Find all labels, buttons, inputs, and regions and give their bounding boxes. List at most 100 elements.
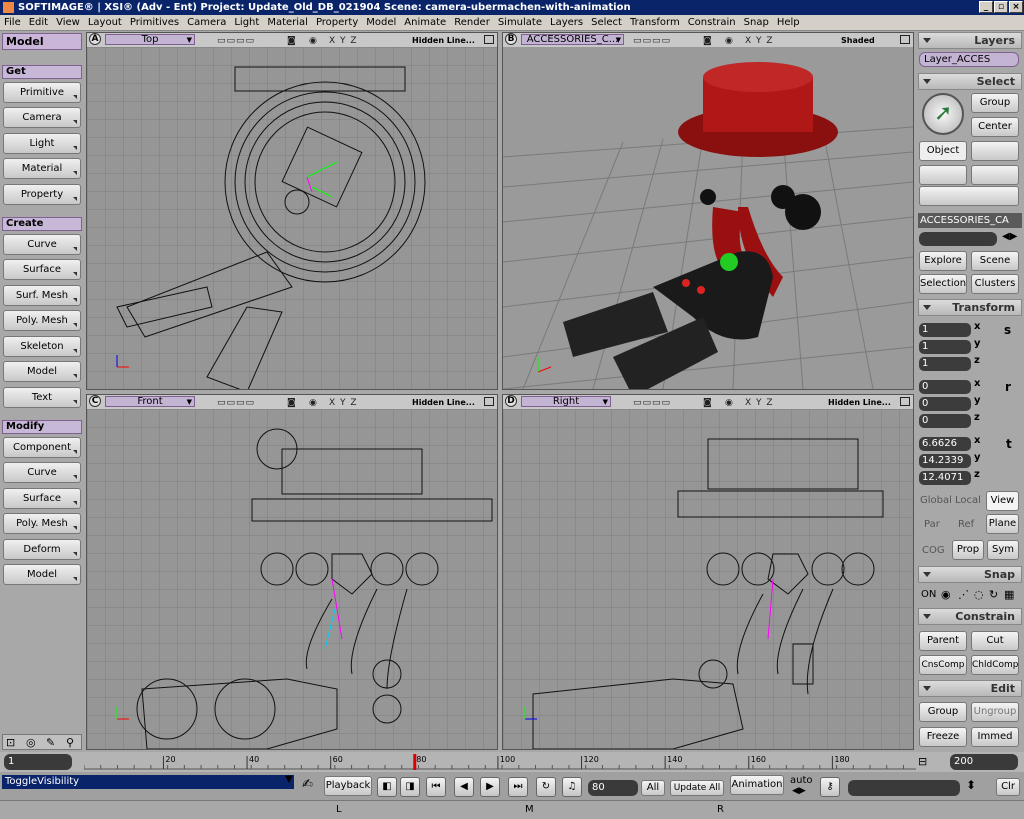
menu-light[interactable]: Light: [230, 17, 263, 28]
command-line[interactable]: ToggleVisibility: [2, 775, 294, 789]
figure-icon[interactable]: ⚲: [66, 736, 74, 749]
get-camera-button[interactable]: Camera: [3, 107, 81, 128]
module-title[interactable]: Model: [2, 33, 82, 50]
layers-header[interactable]: Layers: [918, 32, 1022, 49]
timeline-start-field[interactable]: 1: [4, 754, 72, 770]
clear-button[interactable]: Clr: [996, 778, 1020, 796]
cog-button[interactable]: COG: [922, 545, 945, 556]
key-arrows-icon[interactable]: ◀▶: [792, 786, 806, 796]
view-button[interactable]: View: [986, 491, 1019, 511]
snap-rotate-icon[interactable]: ↻: [989, 588, 998, 601]
menu-edit[interactable]: Edit: [25, 17, 52, 28]
modify-surface-button[interactable]: Surface: [3, 488, 81, 509]
freeze-button[interactable]: Freeze: [919, 727, 967, 747]
modify-curve-button[interactable]: Curve: [3, 462, 81, 483]
close-button[interactable]: ×: [1009, 1, 1023, 13]
viewport-d-display-mode[interactable]: Hidden Line...: [828, 396, 891, 409]
edit-header[interactable]: Edit: [918, 680, 1022, 697]
snap-curve-icon[interactable]: ◌: [974, 588, 984, 601]
command-dropdown-icon[interactable]: ▼: [285, 774, 293, 785]
center-select-button[interactable]: Center: [971, 117, 1019, 137]
clusters-button[interactable]: Clusters: [971, 274, 1019, 294]
modify-component-button[interactable]: Component: [3, 437, 81, 458]
transform-header[interactable]: Transform: [918, 299, 1022, 316]
explore-button[interactable]: Explore: [919, 251, 967, 271]
scale-y-field[interactable]: 1: [919, 340, 971, 354]
menu-file[interactable]: File: [0, 17, 25, 28]
viewport-d-letter[interactable]: D: [505, 395, 517, 407]
viewport-c-display-mode[interactable]: Hidden Line...: [412, 396, 475, 409]
select-filter-button-2[interactable]: [971, 141, 1019, 161]
select-filter-dropdown[interactable]: [919, 186, 1019, 206]
menu-render[interactable]: Render: [450, 17, 494, 28]
translate-y-field[interactable]: 14.2339: [919, 454, 971, 468]
all-button[interactable]: All: [641, 780, 665, 796]
maximize-viewport-icon[interactable]: [900, 397, 910, 406]
minimize-button[interactable]: _: [979, 1, 993, 13]
maximize-button[interactable]: ▫: [994, 1, 1008, 13]
create-skeleton-button[interactable]: Skeleton: [3, 336, 81, 357]
create-curve-button[interactable]: Curve: [3, 234, 81, 255]
menu-animate[interactable]: Animate: [400, 17, 450, 28]
script-editor-icon[interactable]: ✍: [302, 777, 313, 792]
selection-name-field[interactable]: ACCESSORIES_CA: [918, 213, 1022, 228]
parent-button[interactable]: Parent: [919, 631, 967, 651]
edit-group-button[interactable]: Group: [919, 702, 967, 722]
viewport-b-display-mode[interactable]: Shaded: [841, 34, 875, 47]
timeline-end-field[interactable]: 200: [950, 754, 1018, 770]
snap-grid-icon[interactable]: ▦: [1004, 588, 1014, 601]
create-poly-mesh-button[interactable]: Poly. Mesh: [3, 310, 81, 331]
group-select-button[interactable]: Group: [971, 93, 1019, 113]
update-all-button[interactable]: Update All: [670, 780, 724, 796]
menu-constrain[interactable]: Constrain: [684, 17, 740, 28]
immed-button[interactable]: Immed: [971, 727, 1019, 747]
timeline-ruler[interactable]: 20 40 60 80 100 120 140 160 180: [84, 752, 916, 772]
cut-button[interactable]: Cut: [971, 631, 1019, 651]
loop-icon[interactable]: ↻: [536, 777, 556, 797]
snap-vertex-icon[interactable]: ⋰: [958, 588, 969, 601]
viewport-a-camera-menu[interactable]: Top: [105, 34, 195, 45]
scene-button[interactable]: Scene: [971, 251, 1019, 271]
create-model-button[interactable]: Model: [3, 361, 81, 382]
menu-property[interactable]: Property: [312, 17, 362, 28]
menu-primitives[interactable]: Primitives: [126, 17, 183, 28]
chldcomp-button[interactable]: ChldComp: [971, 655, 1019, 675]
menu-simulate[interactable]: Simulate: [494, 17, 546, 28]
viewport-b-camera-menu[interactable]: ACCESSORIES_C...: [521, 34, 624, 45]
prop-button[interactable]: Prop: [952, 540, 984, 560]
menu-view[interactable]: View: [52, 17, 84, 28]
scale-mode-icon[interactable]: s: [1004, 323, 1011, 337]
viewport-d-camera-menu[interactable]: Right: [521, 396, 611, 407]
rotate-z-field[interactable]: 0: [919, 414, 971, 428]
menu-layout[interactable]: Layout: [84, 17, 126, 28]
par-button[interactable]: Par: [924, 519, 940, 530]
constrain-header[interactable]: Constrain: [918, 608, 1022, 625]
plane-button[interactable]: Plane: [986, 514, 1019, 534]
create-surf-mesh-button[interactable]: Surf. Mesh: [3, 285, 81, 306]
select-header[interactable]: Select: [918, 73, 1022, 90]
go-to-start-icon[interactable]: ⏮: [426, 777, 446, 797]
animation-menu-button[interactable]: Animation: [730, 775, 784, 795]
first-frame-button[interactable]: ◧: [377, 777, 397, 797]
ungroup-button[interactable]: Ungroup: [971, 702, 1019, 722]
object-select-button[interactable]: Object: [919, 141, 967, 161]
slider-up-down-icon[interactable]: ⬍: [966, 778, 976, 792]
viewport-a-display-mode[interactable]: Hidden Line...: [412, 34, 475, 47]
cnscomp-button[interactable]: CnsComp: [919, 655, 967, 675]
translate-x-field[interactable]: 6.6626: [919, 437, 971, 451]
viewport-a-canvas[interactable]: [87, 47, 497, 389]
slider-arrows-icon[interactable]: ◀▶: [1002, 231, 1017, 242]
scale-x-field[interactable]: 1: [919, 323, 971, 337]
auto-key-toggle[interactable]: auto: [790, 775, 813, 786]
snap-point-icon[interactable]: ◉: [941, 588, 951, 601]
go-to-end-icon[interactable]: ⏭: [508, 777, 528, 797]
modify-deform-button[interactable]: Deform: [3, 539, 81, 560]
viewport-c-camera-menu[interactable]: Front: [105, 396, 195, 407]
selection-slider[interactable]: [919, 232, 997, 246]
set-key-icon[interactable]: ⚷: [820, 777, 840, 797]
viewport-a-letter[interactable]: A: [89, 33, 101, 45]
timeline-range-icon[interactable]: ⊟: [918, 755, 927, 768]
material-icon[interactable]: ◎: [26, 736, 36, 749]
menu-model[interactable]: Model: [362, 17, 400, 28]
select-tool-button[interactable]: ➚: [922, 93, 964, 135]
